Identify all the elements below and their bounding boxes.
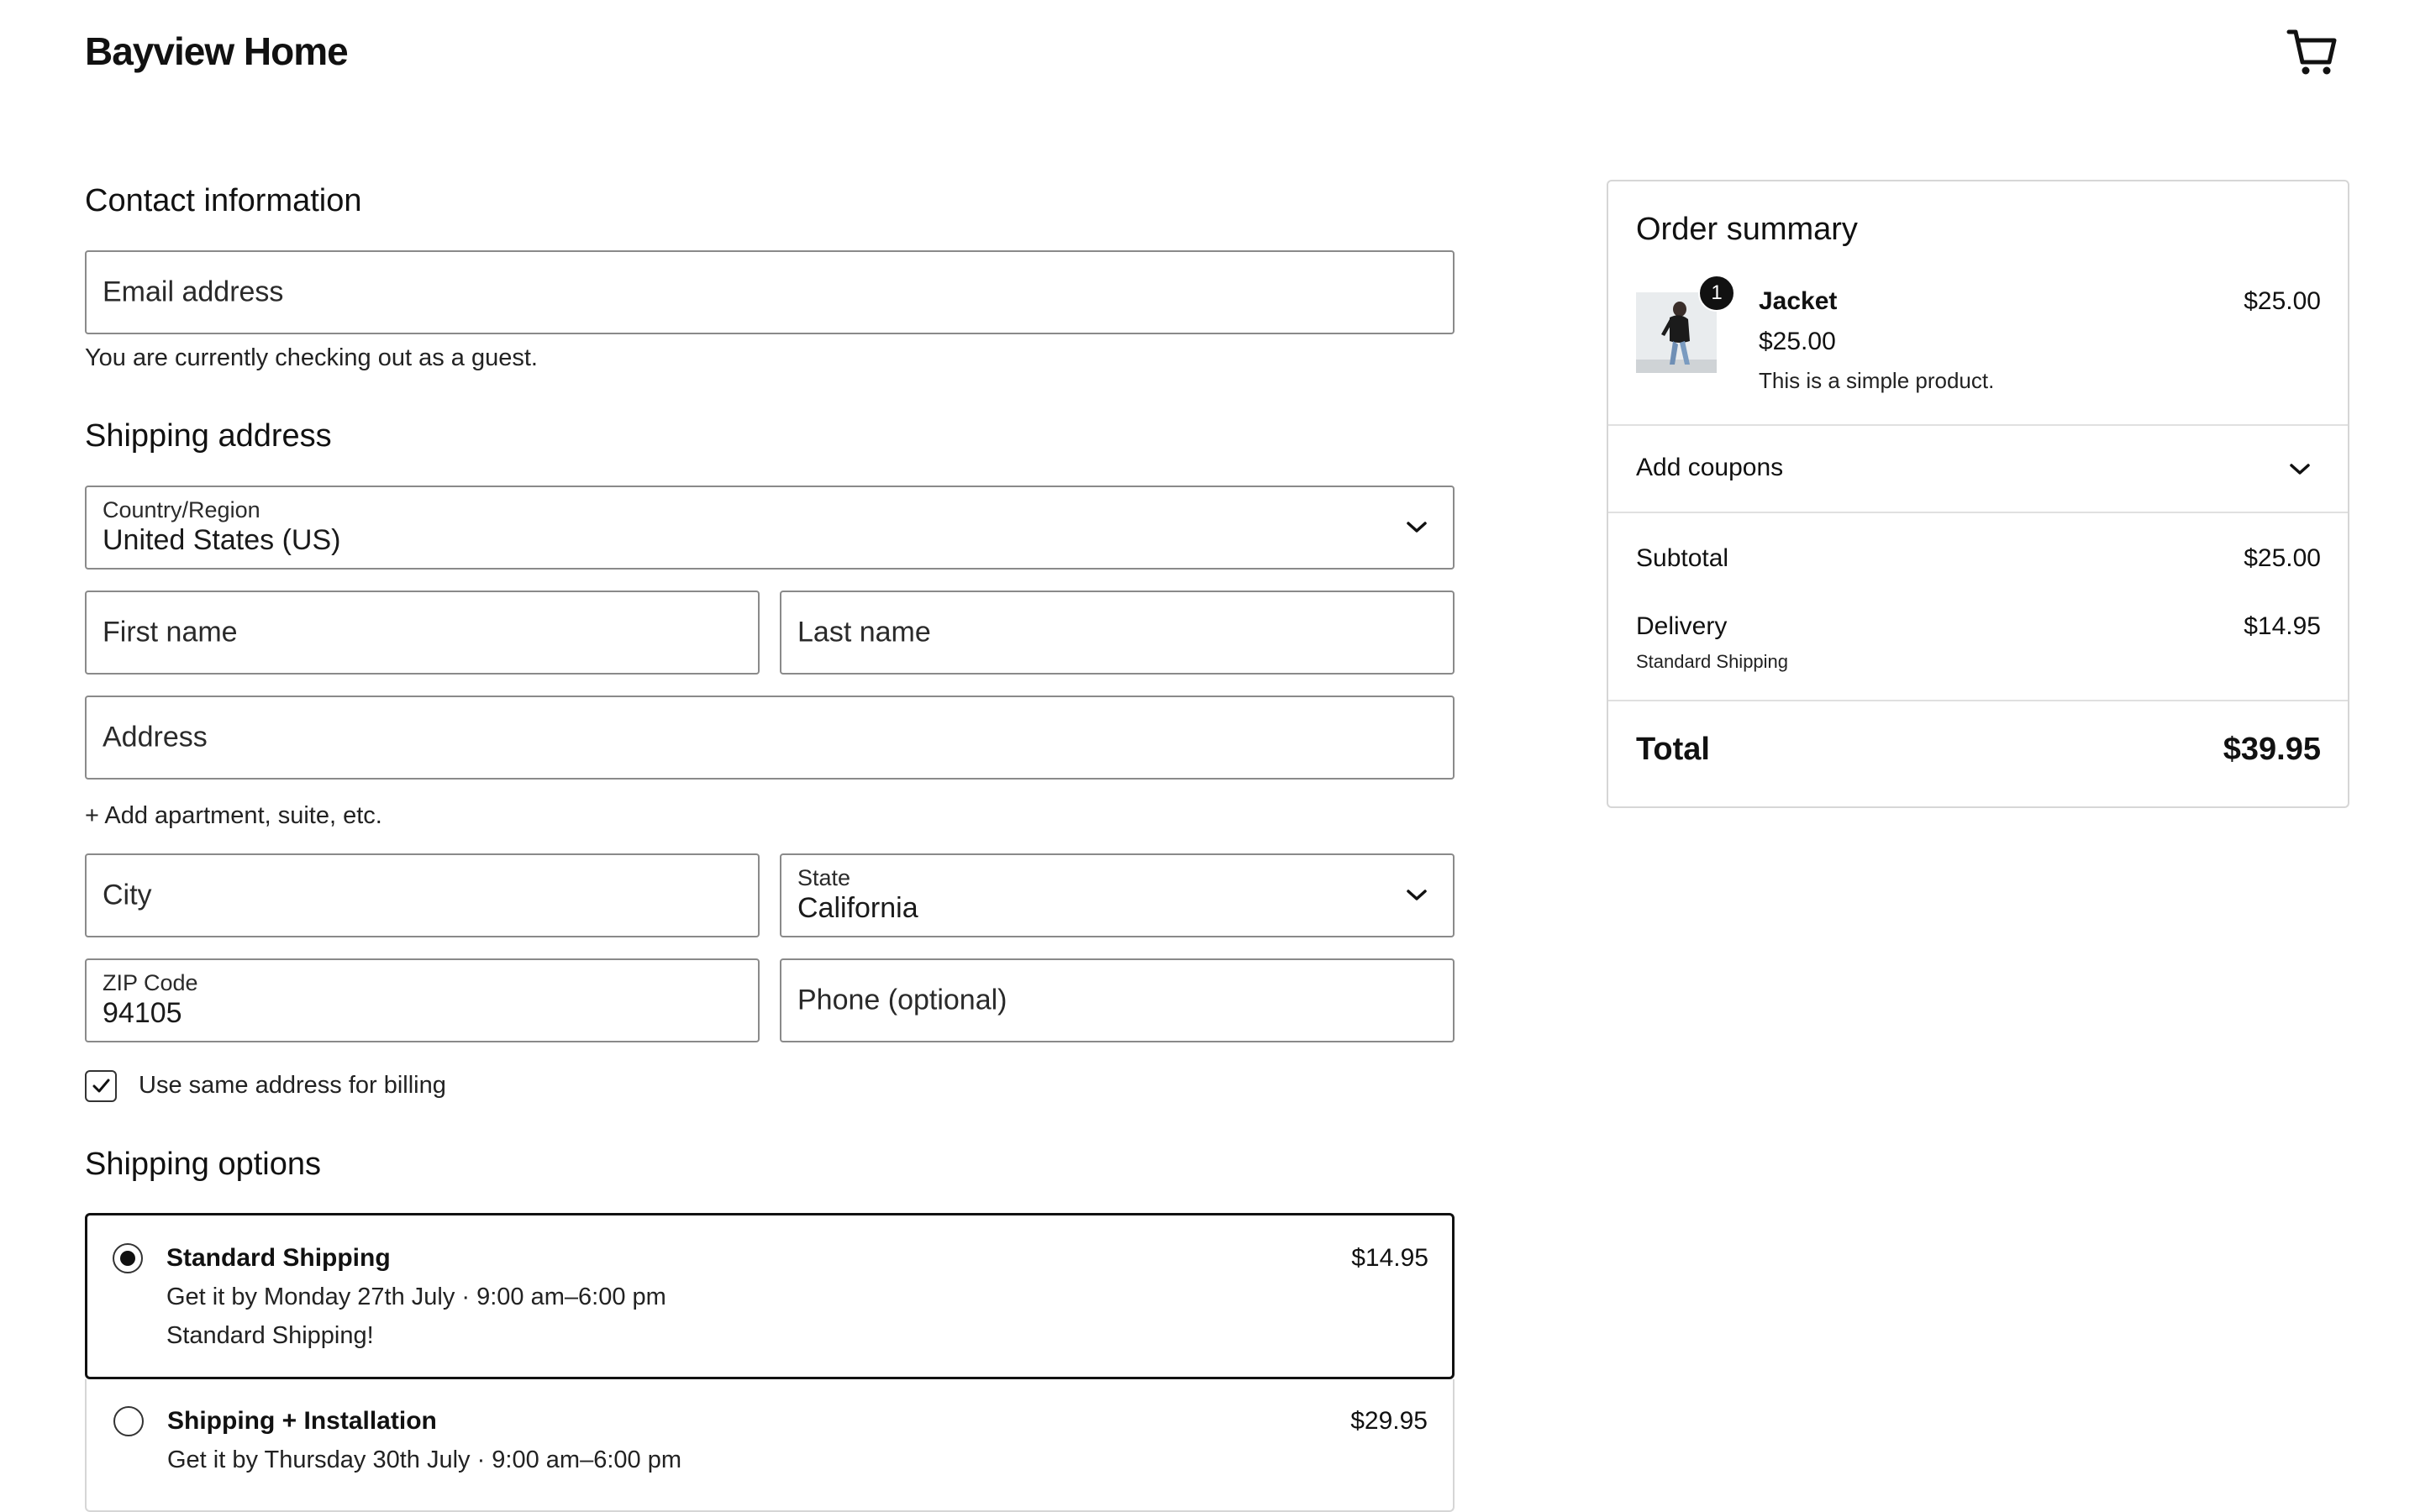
phone-field[interactable]: Phone (optional) [780, 958, 1455, 1042]
billing-same-checkbox[interactable] [85, 1070, 117, 1102]
total-label: Total [1636, 732, 1710, 767]
address-placeholder: Address [103, 721, 208, 753]
subtotal-value: $25.00 [2244, 544, 2321, 572]
first-name-field[interactable]: First name [85, 591, 760, 675]
delivery-label: Delivery [1636, 612, 1728, 640]
chevron-down-icon [1407, 522, 1427, 533]
shipping-option-standard[interactable]: Standard Shipping Get it by Monday 27th … [85, 1213, 1455, 1379]
billing-same-label[interactable]: Use same address for billing [139, 1072, 446, 1100]
option-name: Shipping + Installation [167, 1407, 437, 1435]
country-value: United States (US) [103, 524, 341, 556]
option-price: $29.95 [1350, 1407, 1428, 1435]
option-name: Standard Shipping [166, 1244, 391, 1272]
add-coupons-label: Add coupons [1636, 454, 1784, 481]
last-name-field[interactable]: Last name [780, 591, 1455, 675]
brand-logo[interactable]: Bayview Home [85, 29, 349, 74]
radio-shipping-installation[interactable] [113, 1406, 144, 1436]
first-name-placeholder: First name [103, 616, 238, 648]
zip-label: ZIP Code [103, 970, 198, 995]
delivery-value: $14.95 [2244, 612, 2321, 640]
divider [1608, 700, 2348, 701]
chevron-down-icon [1407, 890, 1427, 900]
option-eta: Get it by Thursday 30th July · 9:00 am–6… [167, 1446, 682, 1473]
product-description: This is a simple product. [1759, 368, 1995, 393]
order-summary-panel: Order summary 1 Jacket $25.00 This is a … [1607, 180, 2349, 808]
add-apartment-link[interactable]: + Add apartment, suite, etc. [85, 802, 382, 830]
email-field[interactable]: Email address [85, 250, 1455, 334]
subtotal-label: Subtotal [1636, 544, 1729, 572]
add-coupons-toggle[interactable]: Add coupons [1608, 426, 2348, 512]
cart-icon[interactable] [2286, 25, 2339, 79]
divider [1608, 512, 2348, 513]
delivery-method: Standard Shipping [1636, 651, 1789, 672]
city-placeholder: City [103, 879, 152, 911]
state-value: California [797, 892, 918, 924]
total-value: $39.95 [2223, 732, 2321, 767]
radio-standard-shipping[interactable] [113, 1243, 143, 1273]
last-name-placeholder: Last name [797, 616, 931, 648]
country-select[interactable]: Country/Region United States (US) [85, 486, 1455, 570]
city-field[interactable]: City [85, 853, 760, 937]
state-label: State [797, 865, 851, 890]
guest-note: You are currently checking out as a gues… [85, 344, 538, 371]
product-unit-price: $25.00 [1759, 328, 1836, 355]
shipping-option-installation[interactable]: Shipping + Installation Get it by Thursd… [85, 1379, 1455, 1512]
zip-code-field[interactable]: ZIP Code 94105 [85, 958, 760, 1042]
country-label: Country/Region [103, 497, 260, 522]
quantity-badge: 1 [1698, 275, 1735, 312]
zip-value: 94105 [103, 997, 182, 1029]
email-placeholder: Email address [103, 276, 284, 308]
phone-placeholder: Phone (optional) [797, 984, 1007, 1016]
state-select[interactable]: State California [780, 853, 1455, 937]
order-summary-title: Order summary [1636, 212, 1858, 247]
checkmark-icon [92, 1079, 110, 1093]
option-eta: Get it by Monday 27th July · 9:00 am–6:0… [166, 1284, 666, 1310]
product-name[interactable]: Jacket [1759, 287, 1837, 316]
product-line-price: $25.00 [2244, 287, 2321, 315]
shipping-address-title: Shipping address [85, 418, 332, 454]
chevron-down-icon [2290, 464, 2310, 475]
option-price: $14.95 [1351, 1244, 1428, 1272]
shipping-options-title: Shipping options [85, 1147, 321, 1182]
option-description: Standard Shipping! [166, 1322, 374, 1349]
address-field[interactable]: Address [85, 696, 1455, 780]
contact-title: Contact information [85, 183, 362, 218]
